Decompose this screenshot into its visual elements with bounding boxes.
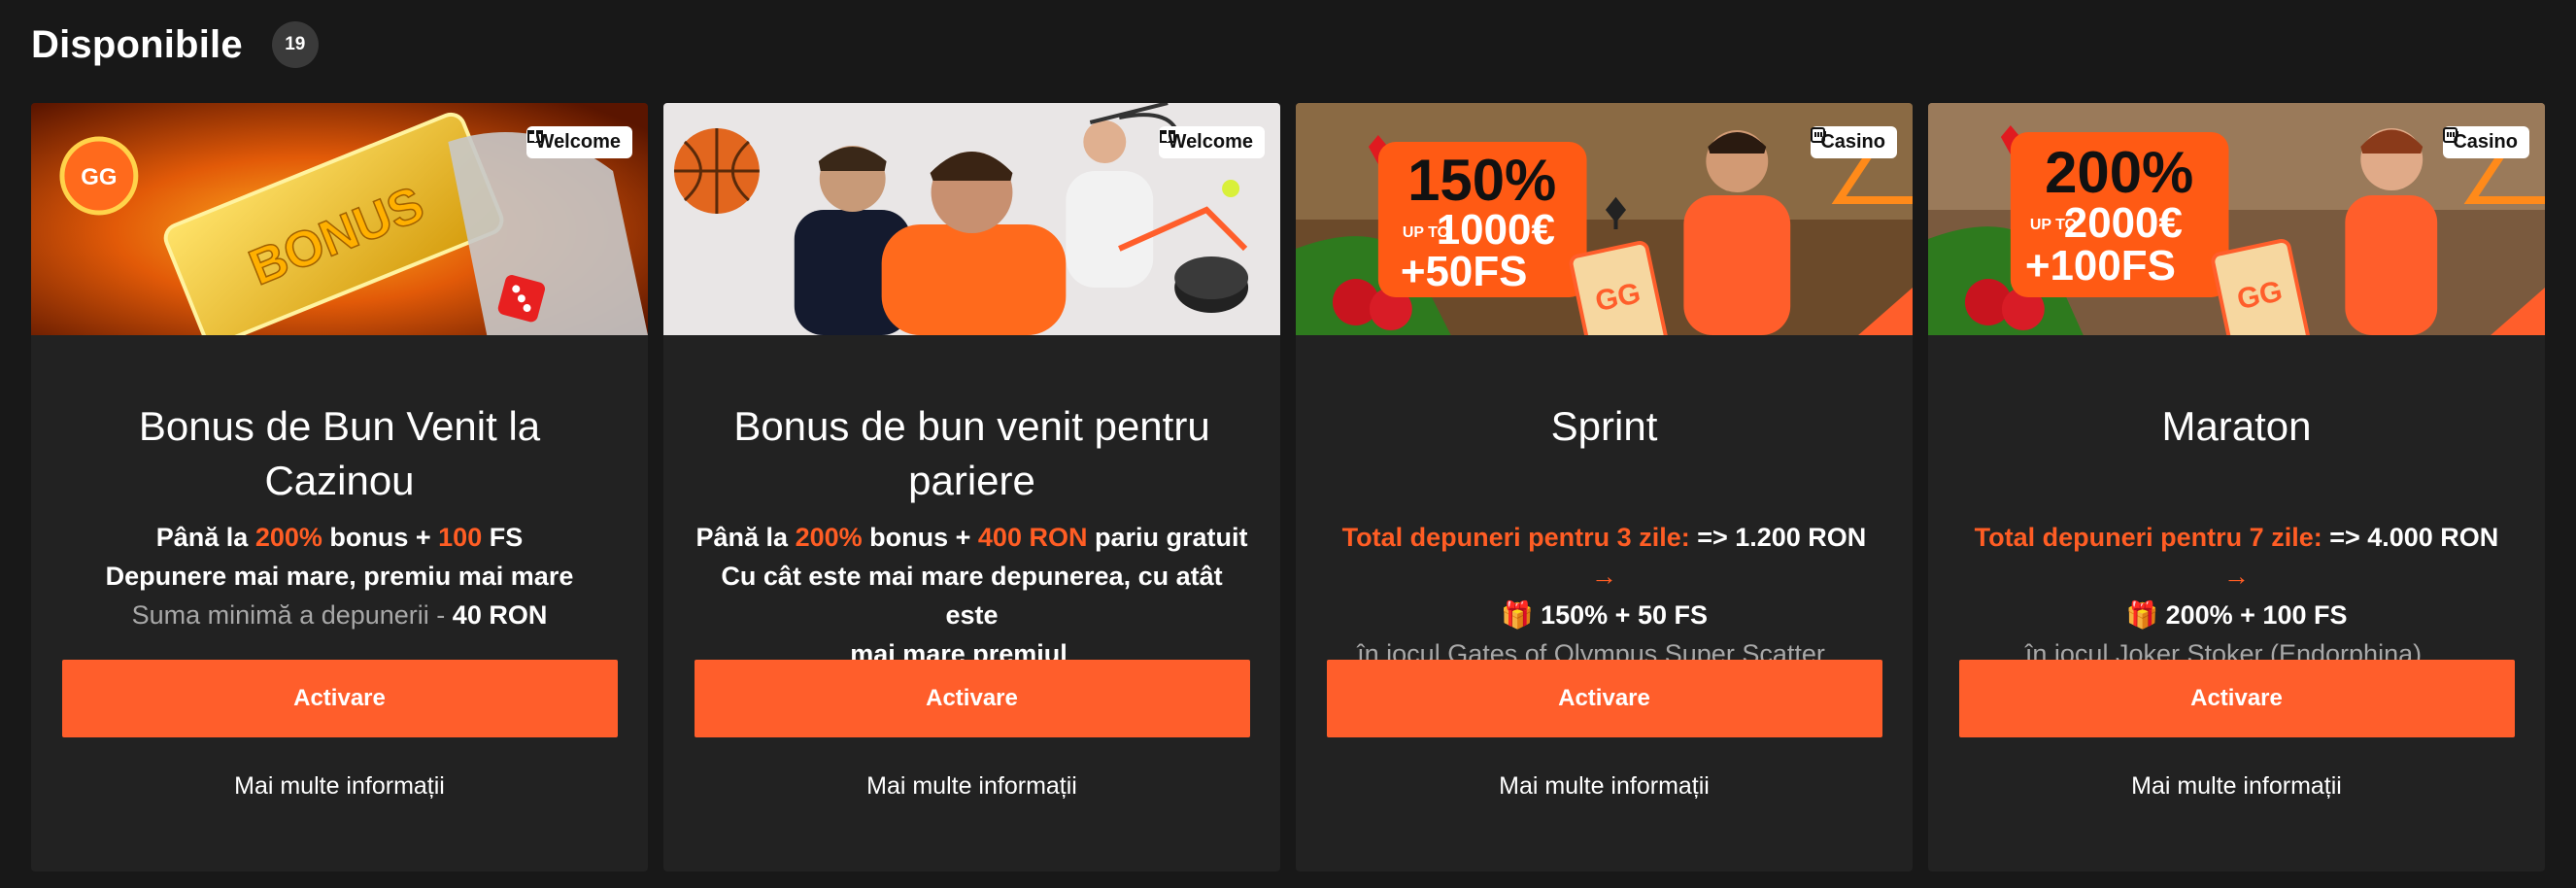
- svg-text:GG: GG: [81, 164, 117, 190]
- promo-title: Bonus de bun venit pentru pariere: [733, 403, 1210, 503]
- promo-banner-image: GG BONUS Welcome: [31, 103, 648, 335]
- promo-tag: Welcome: [525, 126, 632, 158]
- promo-line-2: 🎁 150% + 50 FS: [1501, 600, 1708, 630]
- promo-cards: GG BONUS Welcome Bonus de Bun Venit la C…: [31, 103, 2545, 871]
- more-info-link[interactable]: Mai multe informații: [866, 772, 1077, 801]
- more-info-link[interactable]: Mai multe informații: [2131, 772, 2342, 801]
- promo-tag: Casino: [1811, 126, 1897, 158]
- promo-card-body: Bonus de bun venit pentru pariere Până l…: [663, 335, 1280, 801]
- promo-line-2: 🎁 200% + 100 FS: [2125, 600, 2348, 630]
- promo-line-1: Total depuneri pentru 7 zile: => 4.000 R…: [1974, 523, 2499, 591]
- promo-card-sprint: 150% UP TO 1000€ +50FS GG Casino Sprint …: [1296, 103, 1913, 871]
- promo-line-1: Până la 200% bonus + 400 RON pariu gratu…: [695, 523, 1248, 552]
- promo-title: Maraton: [2161, 403, 2312, 449]
- slot-machine-icon: [2443, 127, 2459, 143]
- more-info-link[interactable]: Mai multe informații: [234, 772, 445, 801]
- promo-line-1: Total depuneri pentru 3 zile: => 1.200 R…: [1341, 523, 1867, 591]
- promo-card-sports-welcome: Welcome Bonus de bun venit pentru parier…: [663, 103, 1280, 871]
- promo-tag-label: Welcome: [535, 131, 621, 153]
- promo-card-body: Bonus de Bun Venit la Cazinou Până la 20…: [31, 335, 648, 801]
- slot-machine-icon: [1811, 127, 1827, 143]
- promo-tag: Casino: [2443, 126, 2529, 158]
- count-badge: 19: [271, 21, 319, 68]
- promotions-page: Disponibile 19 GG BONUS Welcome Bonus de…: [0, 0, 2576, 888]
- banner-percent: 200%: [2045, 140, 2193, 205]
- gift-icon: 🎁: [2125, 600, 2159, 630]
- banner-fs: +100FS: [2025, 242, 2176, 290]
- promo-banner-image: 200% UP TO 2000€ +100FS GG Casino: [1928, 103, 2545, 335]
- promo-line-2: Depunere mai mare, premiu mai mare: [105, 562, 574, 591]
- promo-tag-label: Welcome: [1168, 131, 1253, 153]
- promo-line-1: Până la 200% bonus + 100 FS: [155, 523, 524, 552]
- banner-amount: 1000€: [1437, 206, 1555, 254]
- promo-tag-label: Casino: [1820, 131, 1885, 153]
- promo-banner-image: 150% UP TO 1000€ +50FS GG Casino: [1296, 103, 1913, 335]
- more-info-link[interactable]: Mai multe informații: [1499, 772, 1710, 801]
- promo-tag-label: Casino: [2453, 131, 2518, 153]
- activate-button[interactable]: Activare: [61, 660, 618, 737]
- promo-line-3: Suma minimă a depunerii - 40 RON: [131, 600, 548, 630]
- activate-button[interactable]: Activare: [1958, 660, 2515, 737]
- promo-tag: Welcome: [1158, 126, 1265, 158]
- activate-button[interactable]: Activare: [1326, 660, 1882, 737]
- promo-card-body: Maraton Total depuneri pentru 7 zile: =>…: [1928, 335, 2545, 801]
- gift-icon: 🎁: [1501, 600, 1534, 630]
- promo-banner-image: Welcome: [663, 103, 1280, 335]
- promo-title: Sprint: [1550, 403, 1658, 449]
- promo-title: Bonus de Bun Venit la Cazinou: [138, 403, 541, 503]
- promo-card-casino-welcome: GG BONUS Welcome Bonus de Bun Venit la C…: [31, 103, 648, 871]
- gift-icon: [526, 130, 543, 143]
- promo-description: Total depuneri pentru 7 zile: => 4.000 R…: [1959, 518, 2514, 668]
- promo-line-2: Cu cât este mai mare depunerea, cu atât …: [721, 562, 1223, 630]
- activate-button[interactable]: Activare: [694, 660, 1250, 737]
- section-header: Disponibile 19: [31, 19, 2545, 70]
- promo-description: Total depuneri pentru 3 zile: => 1.200 R…: [1327, 518, 1881, 668]
- promo-description: Până la 200% bonus + 100 FS Depunere mai…: [62, 518, 617, 634]
- banner-percent: 150%: [1407, 148, 1556, 213]
- banner-fs: +50FS: [1401, 248, 1528, 295]
- promo-description: Până la 200% bonus + 400 RON pariu gratu…: [695, 518, 1249, 668]
- section-title: Disponibile: [31, 22, 243, 66]
- promo-card-body: Sprint Total depuneri pentru 3 zile: => …: [1296, 335, 1913, 801]
- banner-amount: 2000€: [2064, 199, 2183, 247]
- gift-icon: [1159, 130, 1175, 143]
- promo-card-maraton: 200% UP TO 2000€ +100FS GG Casino Marato…: [1928, 103, 2545, 871]
